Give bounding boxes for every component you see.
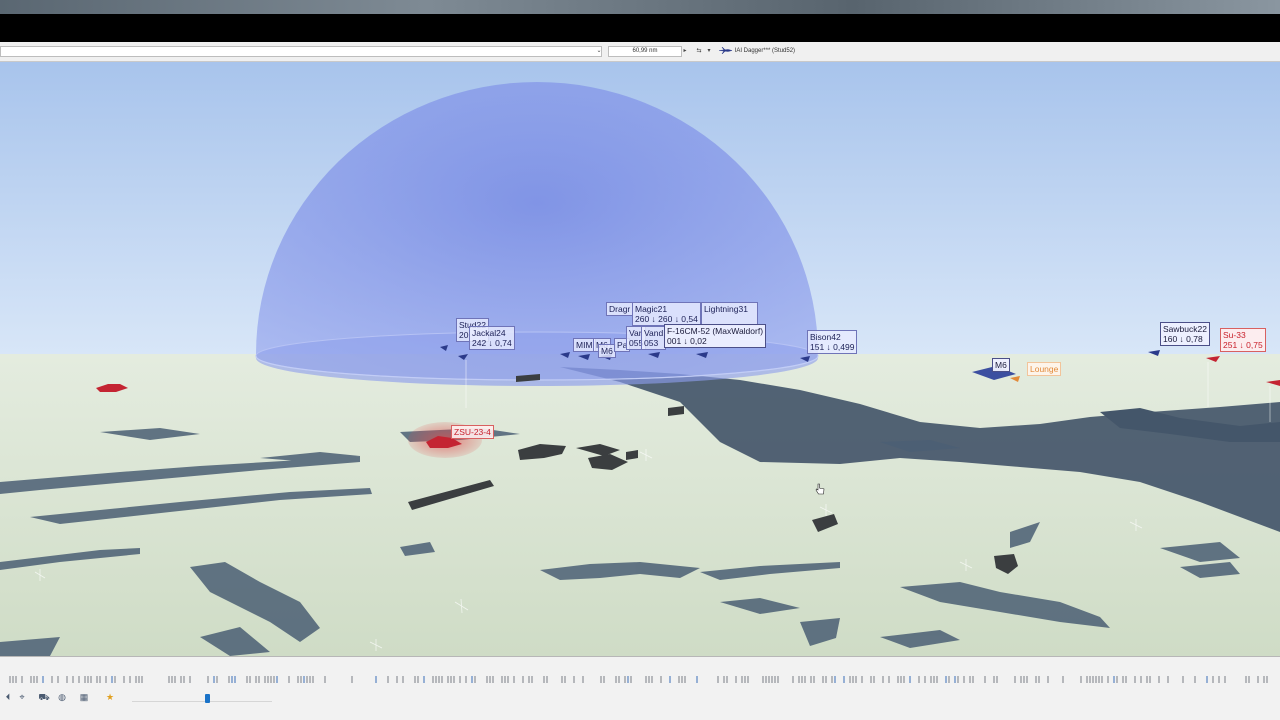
hand-cursor-icon: [815, 483, 825, 495]
unit-search-dropdown[interactable]: [0, 46, 602, 57]
timeline-back-icon[interactable]: ⏴: [2, 691, 14, 703]
range-field[interactable]: 60,99 nm: [608, 46, 682, 57]
range-dropdown-arrow-icon[interactable]: ▸: [681, 46, 689, 57]
unit-label-magic21[interactable]: Magic21 260 ↓ 260 ↓ 0,54: [632, 302, 701, 326]
unit-label-sawbuck22[interactable]: Sawbuck22 160 ↓ 0,78: [1160, 322, 1210, 346]
unit-label-dragon[interactable]: Dragr: [606, 302, 634, 316]
unit-label-bison42[interactable]: Bison42 151 ↓ 0,499: [807, 330, 858, 354]
unit-label-m6-c[interactable]: M6: [992, 358, 1010, 372]
selected-unit-name: IAI Dagger*** (Stud52): [734, 48, 796, 55]
view-dropdown-arrow-icon[interactable]: ▾: [705, 46, 713, 57]
top-toolbar: ⌄ 60,99 nm ▸ ⇆ ▾ IAI Dagger*** (Stud52): [0, 42, 1280, 62]
timeline-panel: ⏴ ⌖ ⛟ ◍ ▦ ★: [0, 656, 1280, 720]
unit-label-lounge[interactable]: Lounge: [1027, 362, 1062, 376]
timeline-event-ticks[interactable]: [0, 675, 1280, 685]
timeline-slider-thumb[interactable]: [205, 694, 210, 703]
unit-label-jackal24[interactable]: Jackal24 242 ↓ 0,74: [469, 326, 515, 350]
globe-icon[interactable]: ◍: [56, 691, 68, 703]
3d-map-view[interactable]: Stud22 20 Jackal24 242 ↓ 0,74 Dragr Magi…: [0, 62, 1280, 656]
aircraft-icon: [718, 46, 733, 55]
grid-icon[interactable]: ▦: [78, 691, 90, 703]
lock-view-icon[interactable]: ⇆: [694, 46, 704, 57]
vehicle-icon[interactable]: ⛟: [38, 691, 50, 703]
unit-label-su33[interactable]: Su-33 251 ↓ 0,75: [1220, 328, 1266, 352]
timeline-slider-track[interactable]: [132, 701, 272, 702]
terrain-scene[interactable]: [0, 62, 1280, 656]
selected-unit-display[interactable]: IAI Dagger*** (Stud52): [716, 46, 1256, 57]
desktop-background-strip: [0, 0, 1280, 14]
window-title-bar: [0, 14, 1280, 42]
camera-icon[interactable]: ⌖: [16, 691, 28, 703]
unit-label-zsu234[interactable]: ZSU-23-4: [451, 425, 494, 439]
unit-label-maxwaldorf[interactable]: F-16CM-52 (MaxWaldorf) 001 ↓ 0,02: [664, 324, 767, 348]
unit-label-lightning31[interactable]: Lightning31: [701, 302, 758, 326]
unit-label-vando[interactable]: Vand 053: [641, 326, 667, 350]
star-icon[interactable]: ★: [104, 691, 116, 703]
chevron-down-icon[interactable]: ⌄: [595, 46, 603, 57]
